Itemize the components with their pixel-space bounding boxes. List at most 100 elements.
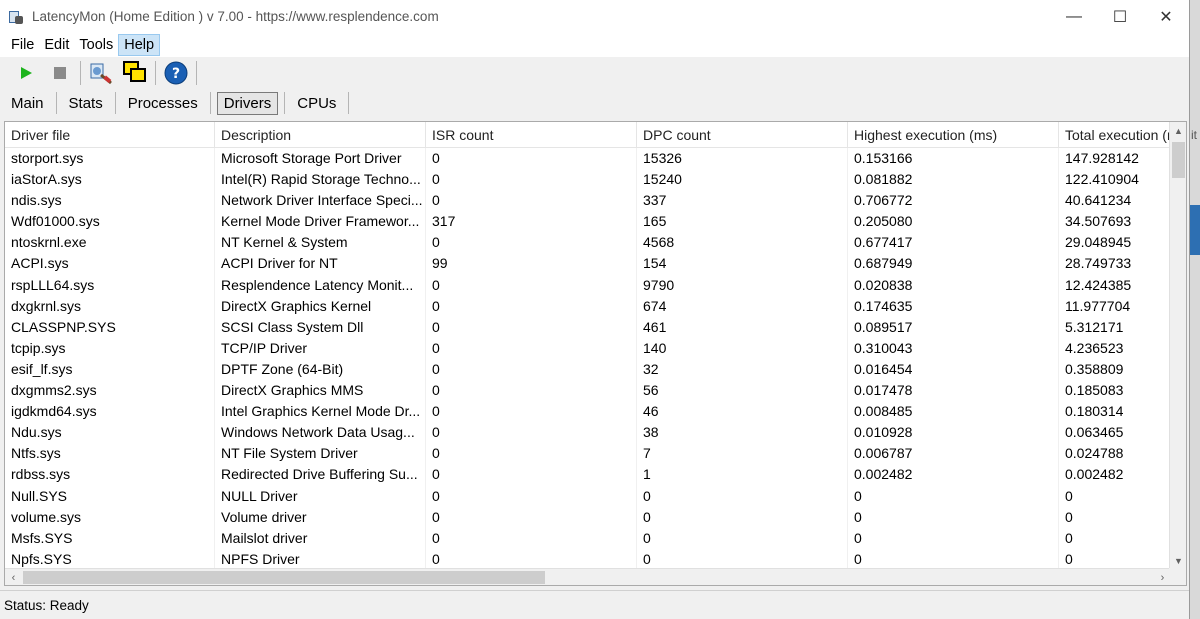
table-cell: 32 (637, 358, 848, 381)
table-cell: 0.706772 (848, 190, 1059, 212)
stop-button[interactable] (46, 59, 74, 87)
table-row[interactable]: volume.sys Volume driver 0 0 0 0 (5, 506, 1172, 528)
table-cell: Null.SYS (5, 485, 215, 507)
scroll-left-icon[interactable]: ‹ (5, 569, 22, 585)
app-icon (8, 9, 24, 25)
tab-cpus[interactable]: CPUs (291, 93, 342, 114)
menu-edit[interactable]: Edit (39, 35, 74, 55)
table-row[interactable]: dxgmms2.sys DirectX Graphics MMS 0 56 0.0174… (5, 380, 1172, 402)
table-cell: 0 (1059, 506, 1172, 528)
table-cell: Wdf01000.sys (5, 211, 215, 233)
table-row[interactable]: esif_lf.sys DPTF Zone (64-Bit) 0 32 0.016454… (5, 358, 1172, 381)
column-driver-file[interactable]: Driver file (5, 122, 215, 148)
table-row[interactable]: tcpip.sys TCP/IP Driver 0 140 0.310043 4.2365… (5, 337, 1172, 359)
table-cell: 0 (426, 443, 637, 465)
windows-icon (123, 61, 146, 82)
table-cell: 0 (426, 295, 637, 317)
table-row[interactable]: dxgkrnl.sys DirectX Graphics Kernel 0 674 0.… (5, 295, 1172, 317)
tab-separator (209, 92, 211, 114)
table-row[interactable]: ndis.sys Network Driver Interface Speci..… (5, 190, 1172, 212)
tab-drivers[interactable]: Drivers (216, 91, 279, 115)
column-isr-count[interactable]: ISR count (426, 122, 637, 148)
column-total-execution[interactable]: Total execution (m (1059, 122, 1172, 148)
scroll-up-icon[interactable]: ▲ (1170, 122, 1186, 139)
table-cell: 0.008485 (848, 401, 1059, 423)
table-row[interactable]: storport.sys Microsoft Storage Port Drive… (5, 148, 1172, 170)
table-cell: 15326 (637, 148, 848, 170)
table-row[interactable]: iaStorA.sys Intel(R) Rapid Storage Techno… (5, 169, 1172, 191)
app-window: LatencyMon (Home Edition ) v 7.00 - http… (0, 0, 1190, 619)
table-cell: Intel(R) Rapid Storage Techno... (215, 169, 426, 191)
scroll-down-icon[interactable]: ▼ (1170, 552, 1186, 569)
title-bar[interactable]: LatencyMon (Home Edition ) v 7.00 - http… (0, 0, 1189, 33)
tab-separator (114, 92, 116, 114)
table-row[interactable]: Null.SYS NULL Driver 0 0 0 0 (5, 485, 1172, 507)
table-row[interactable]: igdkmd64.sys Intel Graphics Kernel Mode D… (5, 401, 1172, 423)
table-cell: DPTF Zone (64-Bit) (215, 358, 426, 381)
scrollbar-thumb[interactable] (23, 571, 545, 584)
table-row[interactable]: Ntfs.sys NT File System Driver 0 7 0.006787 0… (5, 443, 1172, 465)
table-row[interactable]: Wdf01000.sys Kernel Mode Driver Framewor.… (5, 211, 1172, 233)
table-cell: dxgkrnl.sys (5, 295, 215, 317)
table-cell: 0 (848, 485, 1059, 507)
menu-help[interactable]: Help (118, 34, 161, 56)
start-button[interactable] (12, 59, 40, 87)
table-cell: 38 (637, 422, 848, 444)
table-cell: 0 (426, 506, 637, 528)
table-row[interactable]: Msfs.SYS Mailslot driver 0 0 0 0 (5, 527, 1172, 549)
tab-main[interactable]: Main (5, 93, 50, 114)
table-cell: 99 (426, 253, 637, 275)
tab-processes[interactable]: Processes (122, 93, 204, 114)
cleanup-button[interactable] (87, 59, 115, 87)
table-row[interactable]: ntoskrnl.exe NT Kernel & System 0 4568 0.677… (5, 232, 1172, 254)
table-cell: 0.020838 (848, 274, 1059, 296)
scrollbar-thumb[interactable] (1172, 142, 1185, 178)
background-text: it (1191, 128, 1197, 142)
table-row[interactable]: Ndu.sys Windows Network Data Usag... 0 38 0.… (5, 422, 1172, 444)
table-cell: 0 (426, 548, 637, 570)
table-cell: Microsoft Storage Port Driver (215, 148, 426, 170)
table-cell: 0 (848, 527, 1059, 549)
table-row[interactable]: Npfs.SYS NPFS Driver 0 0 0 0 (5, 548, 1172, 570)
table-row[interactable]: rdbss.sys Redirected Drive Buffering Su..… (5, 464, 1172, 486)
table-cell: 29.048945 (1059, 232, 1172, 254)
table-cell: DirectX Graphics Kernel (215, 295, 426, 317)
column-highest-execution[interactable]: Highest execution (ms) (848, 122, 1059, 148)
maximize-button[interactable]: ☐ (1097, 0, 1143, 33)
table-row[interactable]: ACPI.sys ACPI Driver for NT 99 154 0.687949 2… (5, 253, 1172, 275)
table-cell: Mailslot driver (215, 527, 426, 549)
minimize-button[interactable]: — (1051, 0, 1097, 33)
windows-button[interactable] (121, 59, 149, 87)
horizontal-scrollbar[interactable]: ‹ › (5, 568, 1171, 585)
vertical-scrollbar[interactable]: ▲ ▼ (1169, 122, 1186, 569)
table-cell: 0.024788 (1059, 443, 1172, 465)
scrollbar-corner (1169, 568, 1186, 585)
table-cell: Npfs.SYS (5, 548, 215, 570)
table-cell: 0.677417 (848, 232, 1059, 254)
table-row[interactable]: CLASSPNP.SYS SCSI Class System Dll 0 461 0.0… (5, 316, 1172, 338)
table-cell: Ndu.sys (5, 422, 215, 444)
table-cell: 0 (637, 527, 848, 549)
help-button[interactable]: ? (162, 59, 190, 87)
table-cell: Kernel Mode Driver Framewor... (215, 211, 426, 233)
close-button[interactable]: ✕ (1143, 0, 1189, 33)
table-cell: 0.687949 (848, 253, 1059, 275)
table-cell: 0 (426, 485, 637, 507)
table-cell: 154 (637, 253, 848, 275)
table-cell: CLASSPNP.SYS (5, 316, 215, 338)
table-cell: tcpip.sys (5, 337, 215, 359)
table-cell: 7 (637, 443, 848, 465)
column-description[interactable]: Description (215, 122, 426, 148)
table-cell: NT Kernel & System (215, 232, 426, 254)
table-cell: Redirected Drive Buffering Su... (215, 464, 426, 486)
drivers-list[interactable]: Driver file Description ISR count DPC co… (4, 121, 1187, 586)
menu-file[interactable]: File (6, 35, 39, 55)
column-dpc-count[interactable]: DPC count (637, 122, 848, 148)
menu-tools[interactable]: Tools (74, 35, 118, 55)
toolbar-separator (196, 61, 197, 85)
table-cell: 0 (637, 485, 848, 507)
table-cell: ACPI Driver for NT (215, 253, 426, 275)
table-row[interactable]: rspLLL64.sys Resplendence Latency Monit..… (5, 274, 1172, 296)
table-cell: Network Driver Interface Speci... (215, 190, 426, 212)
tab-stats[interactable]: Stats (63, 93, 109, 114)
